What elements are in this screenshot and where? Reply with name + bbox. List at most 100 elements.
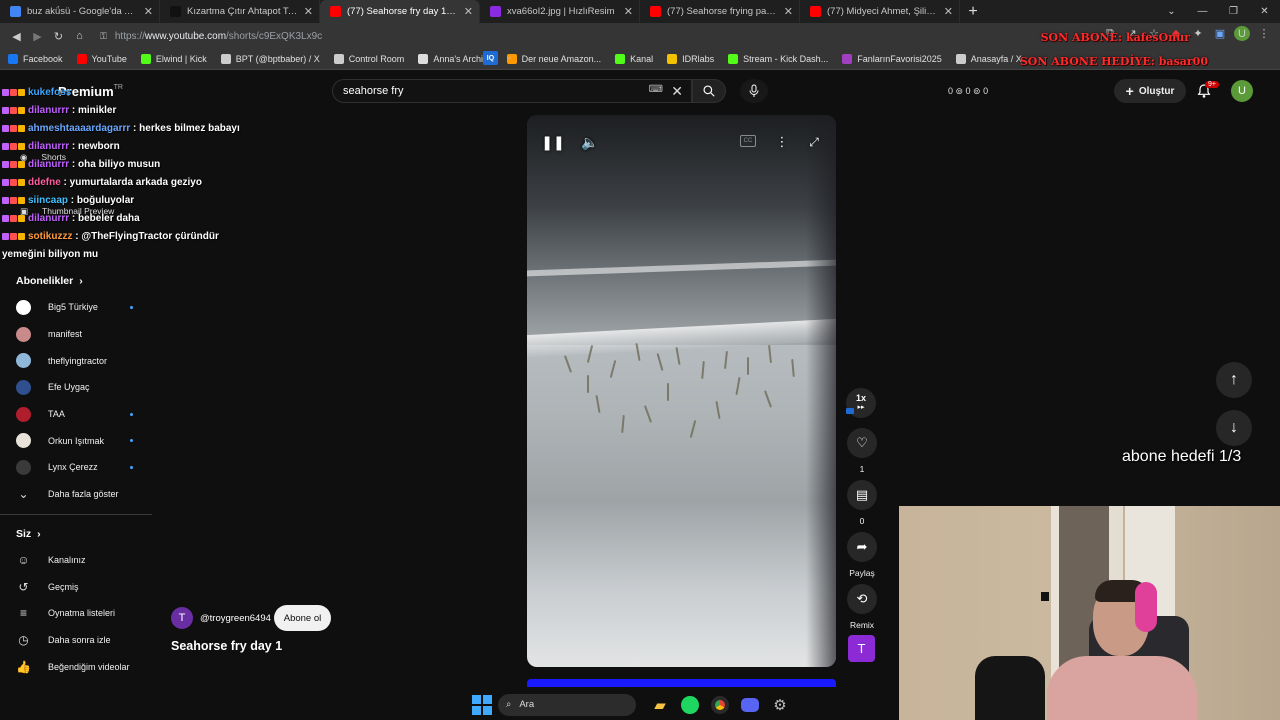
chat-username: ddefne: [28, 177, 61, 188]
bookmark-item[interactable]: Stream - Kick Dash...: [728, 54, 828, 64]
bookmark-item[interactable]: IDRlabs: [667, 54, 714, 64]
chevron-down-icon[interactable]: ⌄: [505, 51, 513, 62]
chat-badge-icon: [18, 106, 25, 114]
like-action[interactable]: ♡ 1: [846, 428, 878, 474]
playback-speed-button[interactable]: 1x ▸▸: [846, 388, 876, 418]
minimize-button[interactable]: —: [1187, 0, 1218, 23]
video-progress-bar[interactable]: [527, 679, 836, 687]
subscription-item[interactable]: TAA: [0, 401, 152, 428]
profile-avatar[interactable]: U: [1234, 26, 1250, 41]
subscription-item[interactable]: Efe Uygaç: [0, 374, 152, 401]
start-button[interactable]: [472, 694, 492, 715]
subscription-item[interactable]: Big5 Türkiye: [0, 294, 152, 321]
voice-search-button[interactable]: [740, 79, 768, 103]
bookmark-item[interactable]: Anasayfa / X: [955, 54, 1022, 64]
like-button[interactable]: ♡: [847, 428, 877, 458]
browser-tab[interactable]: (77) Seahorse fry day 1 - You ✕: [320, 0, 480, 23]
sidebar-item-playlist[interactable]: ≡ Oynatma listeleri: [0, 600, 152, 627]
remix-action[interactable]: ⟲ Remix: [846, 584, 878, 630]
account-avatar[interactable]: U: [1231, 80, 1253, 102]
close-window-button[interactable]: ✕: [1249, 0, 1280, 23]
site-info-icon[interactable]: ⚿: [100, 31, 107, 42]
extensions-puzzle-icon[interactable]: ✦: [1190, 27, 1206, 40]
browser-menu-icon[interactable]: ⋮: [1256, 27, 1272, 40]
forward-button[interactable]: ▶: [27, 26, 48, 47]
bookmark-item[interactable]: Der neue Amazon...: [506, 54, 601, 64]
maximize-button[interactable]: ❐: [1218, 0, 1249, 23]
close-tab-icon[interactable]: ✕: [784, 5, 793, 18]
comments-action[interactable]: ▤ 0: [846, 480, 878, 526]
volume-icon[interactable]: 🔈: [579, 131, 601, 153]
settings-icon[interactable]: ⚙: [768, 693, 792, 717]
close-tab-icon[interactable]: ✕: [144, 5, 153, 18]
pause-button[interactable]: ❚❚: [541, 131, 564, 153]
subscriber-goal-overlay: abone hedefi 1/3: [1122, 448, 1242, 465]
browser-tab[interactable]: (77) Seahorse frying part 2 #sat ✕: [640, 0, 800, 23]
fullscreen-icon[interactable]: ⤢: [803, 131, 825, 153]
bookmark-item[interactable]: Facebook: [8, 54, 63, 64]
subscription-item[interactable]: manifest: [0, 321, 152, 348]
shorts-video-player[interactable]: ❚❚ 🔈 CC ⋮ ⤢: [527, 115, 836, 667]
address-bar[interactable]: ⚿ https://www.youtube.com/shorts/c9ExQK3…: [100, 26, 1040, 46]
bookmark-item[interactable]: Anna's Archive: [418, 54, 493, 64]
search-input[interactable]: seahorse fry ⌨ ✕: [332, 79, 692, 103]
bookmark-item[interactable]: FanlarınFavorisi2025: [842, 54, 942, 64]
short-title[interactable]: Seahorse fry day 1: [171, 639, 282, 653]
sidebar-item-channel[interactable]: ☺ Kanalınız: [0, 547, 152, 574]
back-button[interactable]: ◀: [6, 26, 27, 47]
previous-short-button[interactable]: ↑: [1216, 362, 1252, 398]
bookmark-item[interactable]: Control Room: [333, 54, 404, 64]
reload-button[interactable]: ↻: [48, 26, 69, 47]
close-tab-icon[interactable]: ✕: [624, 5, 633, 18]
browser-tab[interactable]: (77) Midyeci Ahmet, Şili tencere ✕: [800, 0, 960, 23]
discord-icon[interactable]: [738, 693, 762, 717]
bookmark-label: Kanal: [630, 54, 654, 64]
clear-search-icon[interactable]: ✕: [671, 83, 683, 100]
comments-button[interactable]: ▤: [847, 480, 877, 510]
create-button[interactable]: + Oluştur: [1114, 79, 1186, 103]
channel-handle[interactable]: @troygreen6494: [200, 613, 271, 624]
iq-extension-icon[interactable]: IQ: [483, 51, 498, 65]
channel-avatar-tile[interactable]: T: [848, 635, 875, 662]
sidebar-item-watch-later[interactable]: ◷ Daha sonra izle: [0, 627, 152, 654]
more-options-icon[interactable]: ⋮: [771, 131, 793, 153]
channel-avatar[interactable]: T: [171, 607, 193, 629]
file-explorer-icon[interactable]: ▰: [648, 693, 672, 717]
sidebar-toggle-icon[interactable]: ▣: [1212, 27, 1228, 40]
you-header[interactable]: Siz ›: [0, 521, 152, 547]
subscription-item[interactable]: theflyingtractor: [0, 347, 152, 374]
browser-tab[interactable]: buz akǘsü - Google'da Ara ✕: [0, 0, 160, 23]
show-more-button[interactable]: ⌄ Daha fazla göster: [0, 481, 152, 508]
keyboard-icon[interactable]: ⌨: [649, 84, 663, 95]
share-action[interactable]: ➦ Paylaş: [846, 532, 878, 578]
bookmark-item[interactable]: Elwind | Kick: [140, 54, 207, 64]
spotify-icon[interactable]: [678, 693, 702, 717]
taskbar-search[interactable]: ⌕ Ara: [498, 693, 636, 716]
chat-text: boğuluyolar: [76, 195, 135, 206]
next-short-button[interactable]: ↓: [1216, 410, 1252, 446]
close-tab-icon[interactable]: ✕: [304, 5, 313, 18]
close-tab-icon[interactable]: ✕: [944, 5, 953, 18]
home-button[interactable]: ⌂: [69, 26, 90, 47]
new-tab-button[interactable]: +: [960, 0, 986, 23]
bookmark-item[interactable]: YouTube: [76, 54, 127, 64]
subscription-item[interactable]: Lynx Çerezz: [0, 454, 152, 481]
browser-tab[interactable]: xva66oI2.jpg | HızlıResim ✕: [480, 0, 640, 23]
subscribe-button[interactable]: Abone ol: [274, 605, 331, 631]
sidebar-item-history[interactable]: ↺ Geçmiş: [0, 573, 152, 600]
subscriptions-header[interactable]: Abonelikler ›: [0, 268, 152, 294]
sidebar-item-like[interactable]: 👍 Beğendiğim videolar: [0, 653, 152, 680]
chat-badge-icon: [18, 214, 25, 222]
close-tab-icon[interactable]: ✕: [464, 5, 473, 18]
search-button[interactable]: [692, 79, 726, 103]
subscription-item[interactable]: Orkun Işıtmak: [0, 427, 152, 454]
tab-search-icon[interactable]: ⌄: [1156, 0, 1187, 23]
chrome-icon[interactable]: [708, 693, 732, 717]
share-button[interactable]: ➦: [847, 532, 877, 562]
tab-favicon-icon: [650, 6, 661, 17]
remix-button[interactable]: ⟲: [847, 584, 877, 614]
captions-button[interactable]: CC: [740, 135, 756, 147]
bookmark-item[interactable]: BPT (@bptbaber) / X: [220, 54, 320, 64]
bookmark-item[interactable]: Kanal: [615, 54, 653, 64]
browser-tab[interactable]: Kızartma Çıtır Ahtapot Tarifi ve S ✕: [160, 0, 320, 23]
